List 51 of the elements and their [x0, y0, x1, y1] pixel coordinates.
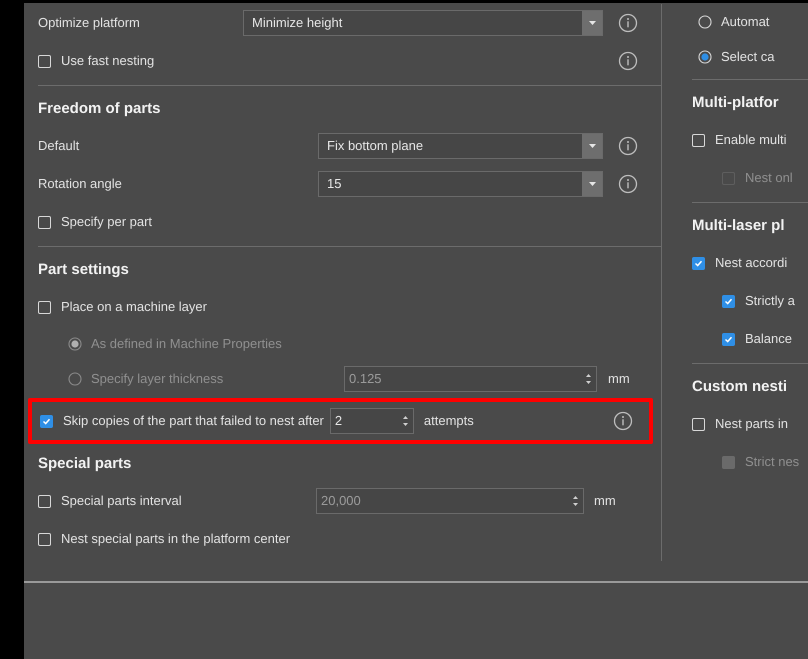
spinner-arrows-icon[interactable] — [572, 494, 579, 508]
checkbox[interactable] — [722, 332, 735, 346]
info-icon[interactable] — [618, 174, 638, 194]
radio-label: Specify layer thickness — [91, 370, 224, 388]
checkbox[interactable] — [722, 294, 735, 308]
checkbox-label: Nest special parts in the platform center — [61, 530, 290, 548]
check-icon — [724, 296, 733, 306]
checkbox-label: Strictly a — [745, 292, 795, 310]
radio-label: Automat — [721, 12, 770, 31]
section-heading: Part settings — [38, 260, 130, 280]
checkbox-label: Specify per part — [61, 213, 152, 232]
checkbox[interactable] — [40, 414, 53, 428]
caret-icon — [588, 21, 596, 25]
checkbox-label: Skip copies of the part that failed to nest after — [62, 412, 324, 430]
checkbox-label: Nest parts in — [715, 415, 788, 434]
info-icon[interactable] — [613, 411, 633, 431]
info-icon[interactable] — [618, 13, 638, 33]
unit-label: mm — [607, 370, 630, 388]
caret-icon — [588, 182, 596, 186]
caret-icon — [588, 144, 596, 148]
section-heading: Multi-platfor — [692, 92, 780, 113]
checkbox-label: Strict nes — [745, 453, 800, 472]
section-heading: Multi-laser pl — [692, 216, 786, 236]
section-heading: Freedom of parts — [38, 98, 162, 119]
check-icon — [42, 416, 51, 426]
checkbox-label: Use fast nesting — [61, 52, 154, 70]
checkbox-label: Special parts interval — [61, 492, 183, 510]
unit-label: attempts — [422, 412, 474, 430]
spinner-arrows-icon[interactable] — [402, 414, 409, 428]
field-label: Optimize platform — [38, 14, 141, 32]
checkbox[interactable] — [692, 256, 705, 270]
checkbox-label: Place on a machine layer — [61, 298, 207, 316]
dropdown[interactable]: Fix bottom plane — [318, 133, 603, 159]
radio-label: Select ca — [721, 48, 774, 66]
unit-label: mm — [594, 492, 616, 510]
checkbox-label: Nest onl — [745, 169, 793, 188]
dropdown[interactable]: 15 — [318, 171, 603, 197]
radio-label: As defined in Machine Properties — [91, 334, 283, 353]
section-heading: Special parts — [38, 454, 132, 474]
checkbox-label: Nest accordi — [715, 254, 788, 272]
number-field[interactable]: 2 — [330, 408, 414, 434]
dropdown[interactable]: Minimize height — [243, 10, 603, 36]
info-icon[interactable] — [618, 136, 638, 156]
check-icon — [694, 258, 703, 268]
checkbox-label: Balance — [745, 330, 792, 348]
field-label: Rotation angle — [38, 175, 123, 194]
info-icon[interactable] — [618, 51, 638, 71]
section-heading: Custom nesti — [692, 376, 788, 397]
field-label: Default — [38, 137, 80, 156]
check-icon — [724, 334, 733, 344]
checkbox-label: Enable multi — [715, 131, 787, 150]
